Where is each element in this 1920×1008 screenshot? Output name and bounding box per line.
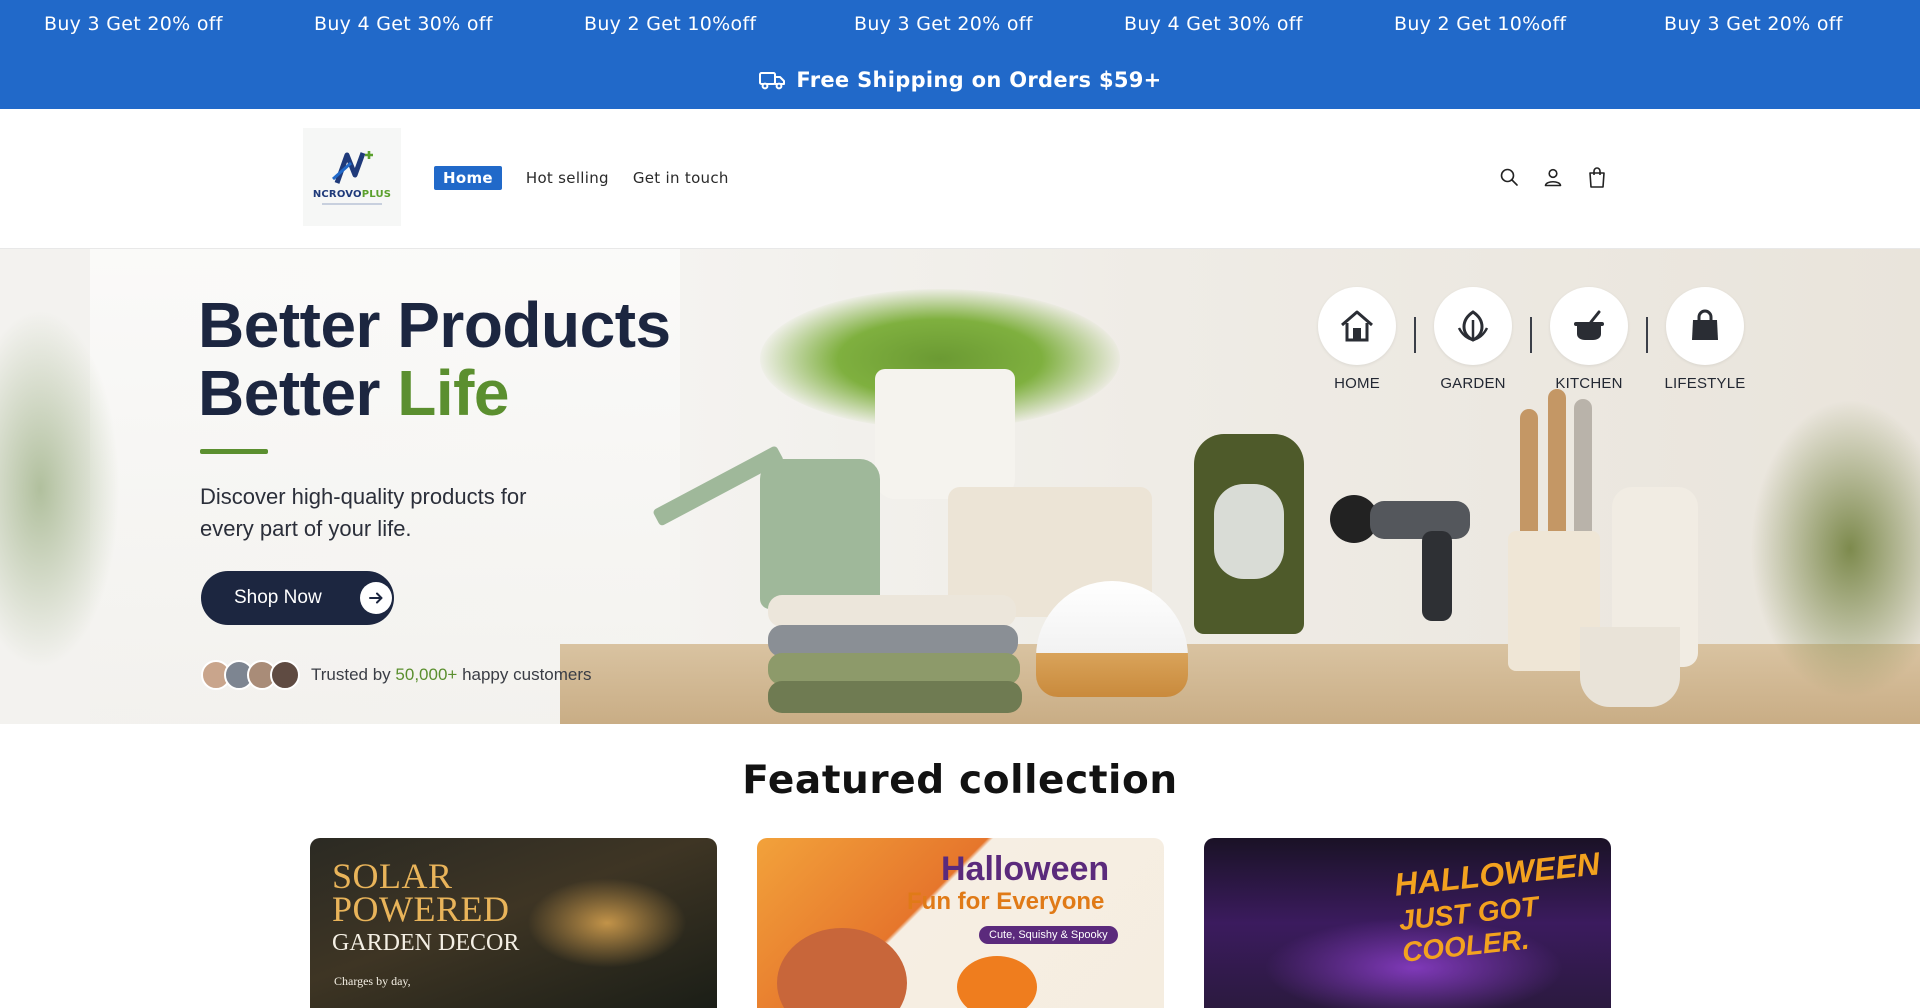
towel-stack-item (768, 681, 1022, 713)
promo-item: Buy 2 Get 10%off (584, 13, 757, 35)
promo-item: Buy 2 Get 10%off (1394, 13, 1567, 35)
wooden-spoon (1574, 399, 1592, 549)
nav-get-in-touch[interactable]: Get in touch (633, 169, 729, 187)
logo-text: NCROVOPLUS (312, 189, 392, 200)
category-kitchen[interactable]: KITCHEN (1531, 287, 1648, 392)
hero-title-line1: Better Products (198, 289, 671, 361)
window-glow (527, 878, 687, 968)
card-heading: Halloween (941, 850, 1110, 888)
pot-icon (1550, 287, 1628, 365)
category-lifestyle[interactable]: LIFESTYLE (1647, 287, 1763, 392)
wooden-spoon (1548, 389, 1566, 549)
search-icon[interactable] (1497, 165, 1521, 189)
card-subheading: GARDEN DECOR (332, 930, 520, 956)
lantern-glass (1214, 484, 1284, 579)
product-card-halloween-fun[interactable]: Halloween Fun for Everyone Cute, Squishy… (757, 838, 1164, 1008)
massage-gun (1330, 495, 1470, 621)
main-nav: Home Hot selling Get in touch (434, 166, 729, 190)
hero-title: Better Products Better Life (198, 291, 671, 427)
hero-title-line2: Better Life (198, 357, 509, 429)
watering-can (760, 459, 880, 609)
cart-icon[interactable] (1585, 165, 1609, 189)
promo-marquee: Buy 3 Get 20% off Buy 4 Get 30% off Buy … (0, 0, 1920, 50)
plant-pot (875, 369, 1015, 499)
logo-tagline-line (322, 203, 382, 205)
succulent-pot (1580, 627, 1680, 707)
category-label: HOME (1334, 375, 1380, 392)
category-home[interactable]: HOME (1299, 287, 1416, 392)
hero-accent-rule (200, 449, 268, 454)
brand-logo[interactable]: NCROVOPLUS (303, 128, 401, 226)
category-label: KITCHEN (1555, 375, 1623, 392)
wooden-spoon (1520, 409, 1538, 549)
featured-cards: SOLAR POWERED GARDEN DECOR Charges by day… (310, 838, 1611, 1008)
promo-track: Buy 3 Get 20% off Buy 4 Get 30% off Buy … (44, 13, 1920, 35)
logo-mark-icon (332, 151, 373, 184)
nav-home[interactable]: Home (434, 166, 502, 190)
category-label: GARDEN (1440, 375, 1506, 392)
promo-item: Buy 3 Get 20% off (1664, 13, 1843, 35)
shop-now-button[interactable]: Shop Now (201, 571, 394, 625)
category-shortcuts: HOME GARDEN KITCHEN LIFESTYLE (1299, 287, 1763, 392)
towel-stack-item (768, 595, 1016, 627)
trusted-text: Trusted by 50,000+ happy customers (311, 665, 592, 684)
truck-icon (759, 71, 786, 89)
shop-now-label: Shop Now (234, 587, 322, 608)
nav-hot-selling[interactable]: Hot selling (526, 169, 609, 187)
promo-item: Buy 3 Get 20% off (44, 13, 223, 35)
customer-avatars (201, 660, 300, 690)
product-card-halloween-cooler[interactable]: HALLOWEEN JUST GOT COOLER. (1204, 838, 1611, 1008)
promo-item: Buy 4 Get 30% off (1124, 13, 1303, 35)
category-label: LIFESTYLE (1664, 375, 1746, 392)
house-icon (1318, 287, 1396, 365)
card-badge: Cute, Squishy & Spooky (979, 926, 1118, 944)
promo-item: Buy 3 Get 20% off (854, 13, 1033, 35)
hero-description: Discover high-quality products for every… (200, 484, 527, 541)
card-subheading: Fun for Everyone (907, 888, 1105, 915)
site-header: NCROVOPLUS Home Hot selling Get in touch (0, 109, 1920, 249)
category-garden[interactable]: GARDEN (1415, 287, 1532, 392)
leaf-icon (1434, 287, 1512, 365)
card-heading: SOLAR POWERED (332, 856, 510, 929)
pumpkin (957, 956, 1037, 1008)
shipping-announcement: Free Shipping on Orders $59+ (0, 50, 1920, 109)
hero-banner: Better Products Better Life Discover hig… (0, 249, 1920, 724)
shipping-text: Free Shipping on Orders $59+ (796, 67, 1162, 92)
promo-item: Buy 4 Get 30% off (314, 13, 493, 35)
card-caption: Charges by day, (334, 974, 411, 988)
flower-pot (777, 928, 907, 1008)
avatar (270, 660, 300, 690)
bag-icon (1666, 287, 1744, 365)
account-icon[interactable] (1541, 165, 1565, 189)
arrow-right-icon (359, 582, 392, 614)
header-icons (1497, 165, 1609, 189)
featured-collection-title: Featured collection (742, 758, 1178, 803)
product-card-solar-garden-decor[interactable]: SOLAR POWERED GARDEN DECOR Charges by day… (310, 838, 717, 1008)
wooden-shelf (560, 644, 1920, 724)
